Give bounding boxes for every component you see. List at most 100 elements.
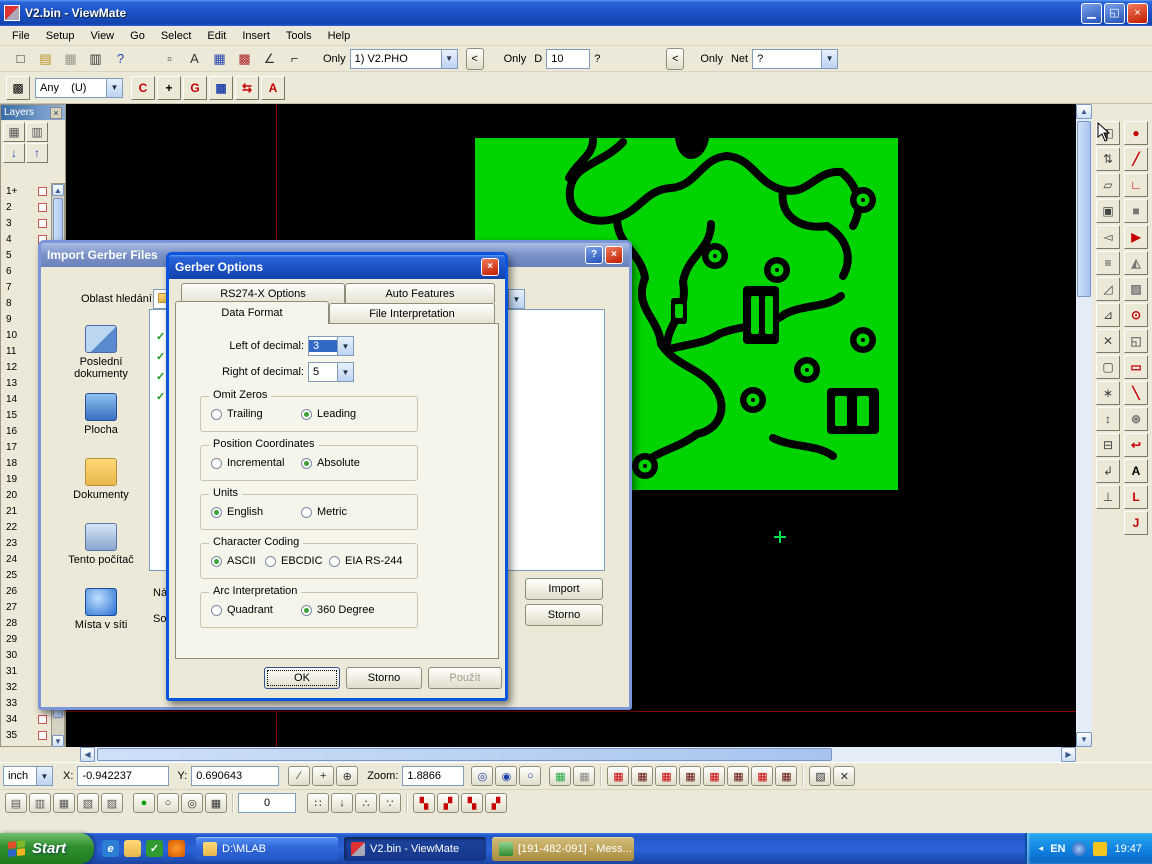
- only-file-toggle[interactable]: Only: [323, 53, 346, 65]
- file-checked-icon[interactable]: ✓: [156, 330, 165, 343]
- net-grid-3-icon[interactable]: ▦: [655, 766, 677, 786]
- net-grid-6-icon[interactable]: ▦: [727, 766, 749, 786]
- grid-green-icon[interactable]: ▦: [549, 766, 571, 786]
- menu-item[interactable]: Go: [122, 28, 153, 44]
- internet-explorer-icon[interactable]: e: [102, 840, 119, 857]
- layer-row[interactable]: 1+: [1, 183, 51, 199]
- flash-tool-icon[interactable]: ▶: [1124, 225, 1148, 249]
- close-icon[interactable]: ×: [605, 246, 623, 264]
- layer-row[interactable]: 34: [1, 711, 51, 727]
- layer-up-icon[interactable]: ↑: [26, 143, 48, 163]
- prev-net-button[interactable]: <: [666, 48, 684, 70]
- radio-360-degree[interactable]: 360 Degree: [301, 604, 375, 616]
- mirror-pad-tool-icon[interactable]: ◭: [1124, 251, 1148, 275]
- pattern-y-icon[interactable]: ✕: [833, 766, 855, 786]
- transform-tool-icon[interactable]: ▱: [1096, 173, 1120, 197]
- cut-tool-icon[interactable]: ✕: [1096, 329, 1120, 353]
- grid-step-3-icon[interactable]: ▦: [53, 793, 75, 813]
- skew-tool-icon[interactable]: ⊿: [1096, 303, 1120, 327]
- grid-toggle-icon[interactable]: ▦: [205, 793, 227, 813]
- film-layer-icon[interactable]: ▩: [6, 76, 30, 100]
- radio-quadrant[interactable]: Quadrant: [211, 604, 273, 616]
- zoom-out-icon[interactable]: ○: [519, 766, 541, 786]
- place-desktop[interactable]: Plocha: [57, 393, 145, 436]
- place-network[interactable]: Místa v síti: [57, 588, 145, 631]
- radio-trailing[interactable]: Trailing: [211, 408, 263, 420]
- swap-layer-tool-icon[interactable]: ↕: [1096, 407, 1120, 431]
- vertical-scrollbar[interactable]: ▲ ▼: [1076, 104, 1092, 747]
- target-icon[interactable]: ⊕: [336, 766, 358, 786]
- radio-leading[interactable]: Leading: [301, 408, 356, 420]
- menu-item[interactable]: Setup: [38, 28, 83, 44]
- circle-tool-icon[interactable]: ⊙: [1124, 303, 1148, 327]
- layer-row[interactable]: 3: [1, 215, 51, 231]
- right-of-decimal-combo[interactable]: 5 ▼: [308, 362, 354, 382]
- tab-rs274x-options[interactable]: RS274-X Options: [181, 283, 345, 303]
- file-checked-icon[interactable]: ✓: [156, 390, 165, 403]
- menu-item[interactable]: Help: [320, 28, 359, 44]
- shrink-tool-icon[interactable]: ⊟: [1096, 433, 1120, 457]
- help-icon[interactable]: ?: [585, 246, 603, 264]
- horizontal-scrollbar[interactable]: ◀ ▶: [80, 747, 1076, 762]
- letter-a-tool-icon[interactable]: A: [261, 76, 285, 100]
- hook-tool-icon[interactable]: ↩: [1124, 433, 1148, 457]
- menu-item[interactable]: Select: [153, 28, 200, 44]
- file-combo[interactable]: 1) V2.PHO ▼: [350, 49, 458, 69]
- chevron-down-icon[interactable]: ▼: [36, 767, 52, 785]
- radio-absolute[interactable]: Absolute: [301, 457, 360, 469]
- context-help-icon[interactable]: ?: [109, 48, 132, 70]
- layer-row[interactable]: 35: [1, 727, 51, 743]
- net-grid-7-icon[interactable]: ▦: [751, 766, 773, 786]
- grid-step-5-icon[interactable]: ▨: [101, 793, 123, 813]
- chevron-down-icon[interactable]: ▼: [337, 363, 353, 381]
- vertical-scroll-thumb[interactable]: [1077, 121, 1091, 297]
- pattern-x-icon[interactable]: ▧: [809, 766, 831, 786]
- close-button[interactable]: ×: [1127, 3, 1148, 24]
- dcode-filter-combo[interactable]: Any (U) ▼: [35, 78, 123, 98]
- gear-tool-icon[interactable]: ⊛: [1124, 407, 1148, 431]
- radio-incremental[interactable]: Incremental: [211, 457, 284, 469]
- grid-step-4-icon[interactable]: ▧: [77, 793, 99, 813]
- layer-color-swatch[interactable]: [38, 715, 47, 724]
- scroll-down-icon[interactable]: ▼: [1076, 732, 1092, 747]
- browser-icon[interactable]: [168, 840, 185, 857]
- import-cancel-button[interactable]: Storno: [525, 604, 603, 626]
- dcode-input[interactable]: 10: [546, 49, 590, 69]
- import-button[interactable]: Import: [525, 578, 603, 600]
- ruler-l-tool-icon[interactable]: L: [1124, 485, 1148, 509]
- gerber-dialog-titlebar[interactable]: Gerber Options ×: [169, 255, 505, 279]
- drop-arrow-icon[interactable]: ↓: [331, 793, 353, 813]
- menu-item[interactable]: File: [4, 28, 38, 44]
- scroll-right-icon[interactable]: ▶: [1061, 747, 1076, 762]
- layer-row[interactable]: 2: [1, 199, 51, 215]
- layer-copy-tool-icon[interactable]: ⇅: [1096, 147, 1120, 171]
- close-icon[interactable]: ×: [481, 258, 499, 276]
- net-grid-4-icon[interactable]: ▦: [679, 766, 701, 786]
- ruler-icon[interactable]: ⌐: [283, 48, 306, 70]
- hatch-tool-icon[interactable]: ▨: [1124, 277, 1148, 301]
- point-tool-icon[interactable]: ●: [1124, 121, 1148, 145]
- horizontal-scroll-thumb[interactable]: [97, 748, 832, 761]
- net-grid-8-icon[interactable]: ▦: [775, 766, 797, 786]
- grid-net-icon[interactable]: ▩: [233, 48, 256, 70]
- taskbar-button-mlab[interactable]: D:\MLAB: [196, 837, 338, 861]
- file-checked-icon[interactable]: ✓: [156, 350, 165, 363]
- place-recent-documents[interactable]: Poslední dokumenty: [57, 325, 145, 380]
- diagonal-line-tool-icon[interactable]: ╲: [1124, 381, 1148, 405]
- filled-rect-tool-icon[interactable]: ■: [1124, 199, 1148, 223]
- letter-g-tool-icon[interactable]: G: [183, 76, 207, 100]
- network-tray-icon[interactable]: [1072, 842, 1086, 856]
- text-info-icon[interactable]: A: [183, 48, 206, 70]
- cancel-button[interactable]: Storno: [346, 667, 422, 689]
- save-file-icon[interactable]: ▦: [59, 48, 82, 70]
- layer-color-swatch[interactable]: [38, 187, 47, 196]
- layer-color-swatch[interactable]: [38, 219, 47, 228]
- taskbar-button-message[interactable]: [191-482-091] - Mess...: [492, 837, 634, 861]
- scroll-up-icon[interactable]: ▲: [1076, 104, 1092, 119]
- radio-ascii[interactable]: ASCII: [211, 555, 256, 567]
- only-dcode-toggle[interactable]: Only: [504, 53, 527, 65]
- text-tool-icon[interactable]: A: [1124, 459, 1148, 483]
- probe-b-icon[interactable]: ◎: [181, 793, 203, 813]
- line-tool-icon[interactable]: ╱: [1124, 147, 1148, 171]
- select-dcode-icon[interactable]: ▫: [158, 48, 181, 70]
